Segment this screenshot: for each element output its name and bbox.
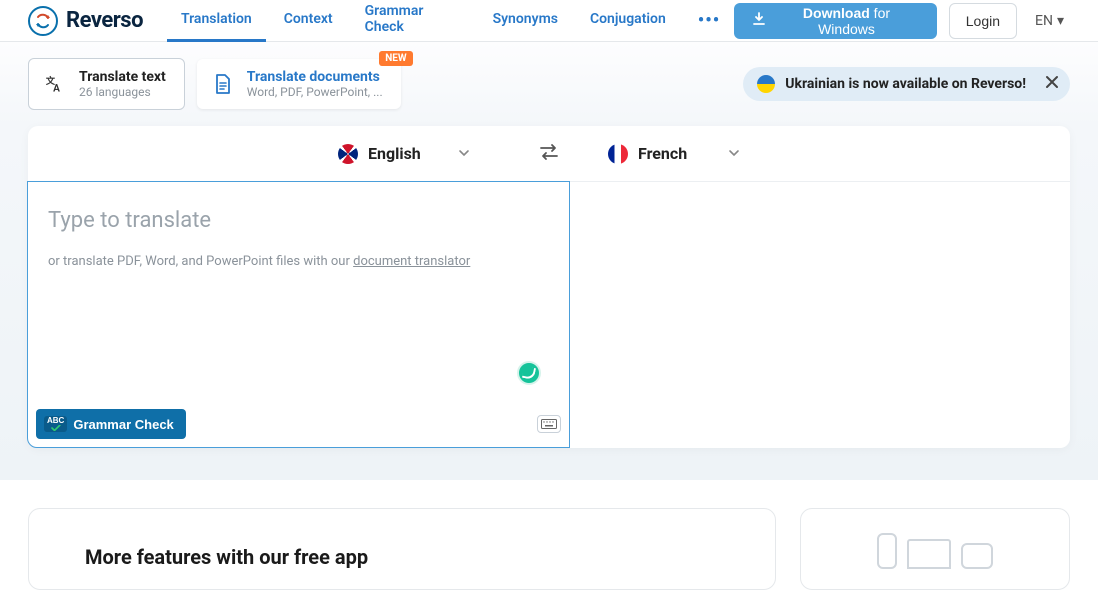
mode-docs-sub: Word, PDF, PowerPoint, ... (247, 85, 383, 99)
download-icon (752, 12, 766, 29)
login-button[interactable]: Login (949, 3, 1017, 39)
mode-text-title: Translate text (79, 69, 166, 85)
nav-synonyms[interactable]: Synonyms (479, 0, 572, 42)
nav-grammar-check[interactable]: Grammar Check (351, 0, 475, 42)
tablet-icon (961, 543, 993, 569)
logo-icon (28, 6, 58, 36)
france-flag-icon (608, 144, 628, 164)
document-translator-link[interactable]: document translator (353, 254, 470, 269)
chevron-down-icon (728, 144, 740, 163)
brand-name: Reverso (66, 8, 143, 33)
grammar-check-button[interactable]: ABC Grammar Check (36, 409, 186, 439)
mode-translate-documents[interactable]: Translate documents Word, PDF, PowerPoin… (197, 59, 401, 109)
ui-language-selector[interactable]: EN ▾ (1029, 13, 1070, 29)
source-text-pane: or translate PDF, Word, and PowerPoint f… (27, 181, 570, 448)
announcement-banner[interactable]: Ukrainian is now available on Reverso! (743, 67, 1070, 101)
target-language-label: French (638, 144, 687, 163)
features-title: More features with our free app (85, 545, 719, 569)
grammar-check-label: Grammar Check (73, 417, 173, 432)
virtual-keyboard-button[interactable] (537, 415, 561, 433)
grammarly-icon[interactable] (517, 361, 541, 385)
target-language-selector[interactable]: French (584, 144, 784, 164)
target-text-pane (570, 182, 1071, 448)
devices-card (800, 508, 1070, 590)
source-language-selector[interactable]: English (314, 144, 514, 164)
uk-flag-icon (338, 144, 358, 164)
translate-text-icon: 文A (43, 72, 67, 96)
nav-more[interactable]: ••• (684, 0, 734, 42)
svg-text:A: A (53, 83, 60, 94)
caret-down-icon: ▾ (1057, 13, 1064, 29)
mode-translate-text[interactable]: 文A Translate text 26 languages (28, 58, 185, 110)
document-icon (211, 72, 235, 96)
source-language-label: English (368, 144, 421, 163)
ui-language-label: EN (1035, 13, 1053, 29)
translator-panel: English French or translate PDF, Wor (28, 126, 1070, 448)
nav-translation[interactable]: Translation (167, 0, 266, 42)
abc-check-icon: ABC (44, 416, 67, 432)
ukraine-flag-icon (757, 75, 775, 93)
mode-text-sub: 26 languages (79, 85, 166, 99)
phone-icon (877, 533, 897, 569)
download-label-bold: Download (803, 5, 870, 21)
source-text-input[interactable] (48, 208, 549, 358)
laptop-icon (907, 539, 951, 569)
swap-languages-button[interactable] (514, 143, 584, 165)
main-nav: Translation Context Grammar Check Synony… (167, 0, 734, 42)
close-icon[interactable] (1044, 74, 1060, 94)
chevron-down-icon (458, 144, 470, 163)
nav-conjugation[interactable]: Conjugation (576, 0, 680, 42)
download-button[interactable]: Download for Windows (734, 3, 937, 39)
new-badge: NEW (379, 51, 412, 66)
banner-text: Ukrainian is now available on Reverso! (785, 76, 1026, 92)
mode-docs-title: Translate documents (247, 69, 383, 85)
brand-logo[interactable]: Reverso (28, 6, 143, 36)
features-card: More features with our free app (28, 508, 776, 590)
hint-text: or translate PDF, Word, and PowerPoint f… (48, 254, 353, 269)
nav-context[interactable]: Context (270, 0, 347, 42)
